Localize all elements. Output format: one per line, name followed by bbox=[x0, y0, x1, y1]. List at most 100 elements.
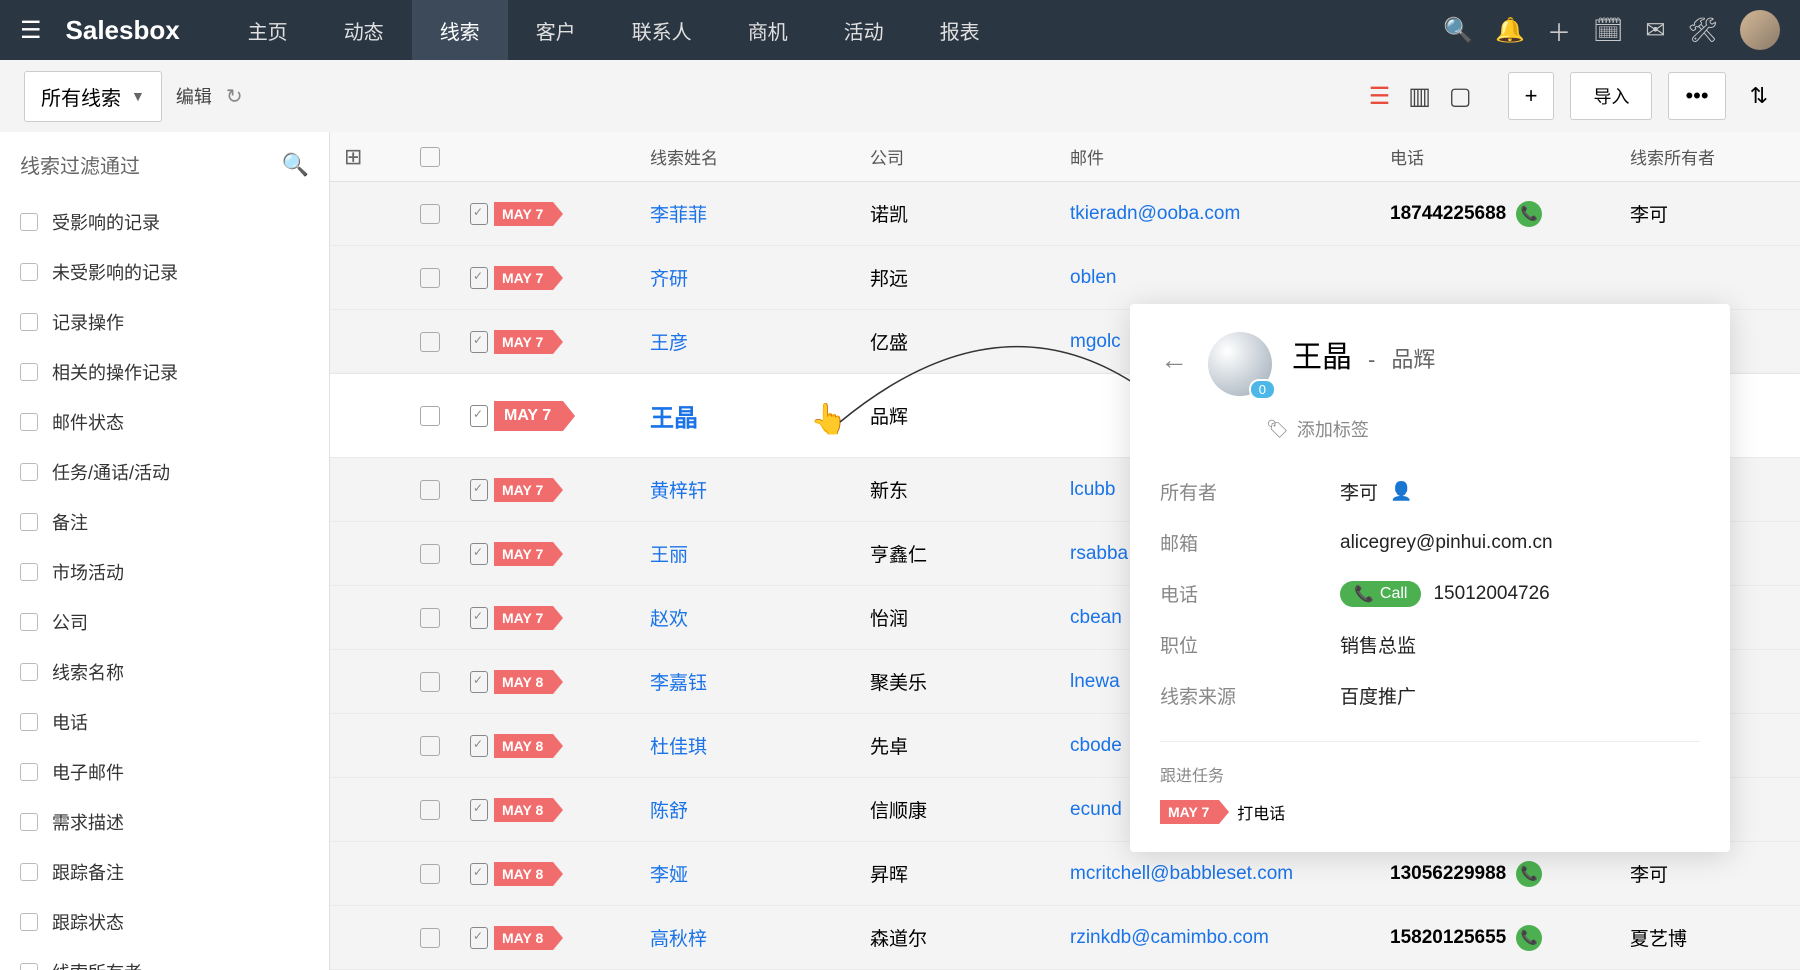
lead-avatar[interactable]: 0 bbox=[1208, 332, 1272, 396]
tools-icon[interactable]: 🛠 bbox=[1688, 16, 1718, 45]
filter-item-11[interactable]: 电子邮件 bbox=[20, 747, 309, 797]
email-link[interactable]: mgolc bbox=[1070, 331, 1121, 352]
filter-item-1[interactable]: 未受影响的记录 bbox=[20, 247, 309, 297]
col-header-email[interactable]: 邮件 bbox=[1070, 144, 1390, 169]
col-header-company[interactable]: 公司 bbox=[870, 144, 1070, 169]
edit-link[interactable]: 编辑 bbox=[176, 83, 212, 109]
email-link[interactable]: oblen bbox=[1070, 267, 1117, 288]
filter-checkbox[interactable] bbox=[20, 663, 38, 681]
lead-name-link[interactable]: 李娅 bbox=[650, 865, 688, 886]
lead-name-link[interactable]: 赵欢 bbox=[650, 609, 688, 630]
filter-item-3[interactable]: 相关的操作记录 bbox=[20, 347, 309, 397]
canvas-view-icon[interactable]: ▢ bbox=[1449, 82, 1472, 111]
filter-checkbox[interactable] bbox=[20, 763, 38, 781]
menu-icon[interactable]: ☰ bbox=[20, 16, 42, 45]
row-checkbox[interactable] bbox=[420, 928, 440, 948]
add-button[interactable]: + bbox=[1508, 72, 1555, 120]
filter-checkbox[interactable] bbox=[20, 263, 38, 281]
lead-name-link[interactable]: 黄梓轩 bbox=[650, 481, 707, 502]
filter-item-8[interactable]: 公司 bbox=[20, 597, 309, 647]
col-header-phone[interactable]: 电话 bbox=[1390, 144, 1630, 169]
filter-item-13[interactable]: 跟踪备注 bbox=[20, 847, 309, 897]
table-row[interactable]: MAY 7李菲菲诺凯tkieradn@ooba.com18744225688📞李… bbox=[330, 182, 1800, 246]
filter-checkbox[interactable] bbox=[20, 413, 38, 431]
row-checkbox[interactable] bbox=[420, 332, 440, 352]
row-checkbox[interactable] bbox=[420, 544, 440, 564]
filter-item-4[interactable]: 邮件状态 bbox=[20, 397, 309, 447]
column-settings-icon[interactable]: ⊞ bbox=[330, 144, 390, 170]
filter-checkbox[interactable] bbox=[20, 913, 38, 931]
person-icon[interactable]: 👤 bbox=[1390, 481, 1412, 502]
filter-checkbox[interactable] bbox=[20, 213, 38, 231]
row-checkbox[interactable] bbox=[420, 480, 440, 500]
add-tag-button[interactable]: 🏷 添加标签 bbox=[1266, 416, 1700, 442]
filter-checkbox[interactable] bbox=[20, 513, 38, 531]
email-value[interactable]: alicegrey@pinhui.com.cn bbox=[1340, 532, 1553, 554]
email-link[interactable]: cbode bbox=[1070, 735, 1122, 756]
col-header-name[interactable]: 线索姓名 bbox=[650, 144, 870, 169]
filter-item-14[interactable]: 跟踪状态 bbox=[20, 897, 309, 947]
filter-item-7[interactable]: 市场活动 bbox=[20, 547, 309, 597]
row-checkbox[interactable] bbox=[420, 268, 440, 288]
calendar-icon[interactable]: 🗓 bbox=[1593, 16, 1623, 45]
back-arrow-icon[interactable]: ← bbox=[1160, 344, 1188, 376]
import-button[interactable]: 导入 bbox=[1570, 72, 1652, 120]
list-view-icon[interactable]: ☰ bbox=[1369, 82, 1391, 111]
lead-name-link[interactable]: 王丽 bbox=[650, 545, 688, 566]
call-icon[interactable]: 📞 bbox=[1516, 925, 1542, 951]
mail-icon[interactable]: ✉ bbox=[1645, 16, 1665, 45]
user-avatar[interactable] bbox=[1740, 10, 1780, 50]
nav-item-5[interactable]: 商机 bbox=[720, 0, 816, 60]
nav-item-0[interactable]: 主页 bbox=[220, 0, 316, 60]
row-checkbox[interactable] bbox=[420, 406, 440, 426]
plus-icon[interactable]: ＋ bbox=[1547, 13, 1571, 48]
kanban-view-icon[interactable]: ▥ bbox=[1408, 82, 1431, 111]
email-link[interactable]: ecund bbox=[1070, 799, 1122, 820]
row-checkbox[interactable] bbox=[420, 204, 440, 224]
filter-checkbox[interactable] bbox=[20, 313, 38, 331]
more-button[interactable]: ••• bbox=[1668, 72, 1725, 120]
filter-item-2[interactable]: 记录操作 bbox=[20, 297, 309, 347]
nav-item-3[interactable]: 客户 bbox=[508, 0, 604, 60]
call-icon[interactable]: 📞 bbox=[1516, 201, 1542, 227]
select-all-checkbox[interactable] bbox=[420, 147, 440, 167]
nav-item-6[interactable]: 活动 bbox=[816, 0, 912, 60]
filter-checkbox[interactable] bbox=[20, 813, 38, 831]
row-checkbox[interactable] bbox=[420, 736, 440, 756]
email-link[interactable]: rsabba bbox=[1070, 543, 1128, 564]
filter-item-10[interactable]: 电话 bbox=[20, 697, 309, 747]
col-header-owner[interactable]: 线索所有者 bbox=[1630, 144, 1790, 169]
lead-name-link[interactable]: 齐研 bbox=[650, 269, 688, 290]
nav-item-1[interactable]: 动态 bbox=[316, 0, 412, 60]
filter-checkbox[interactable] bbox=[20, 713, 38, 731]
lead-name-link[interactable]: 陈舒 bbox=[650, 801, 688, 822]
email-link[interactable]: lcubb bbox=[1070, 479, 1115, 500]
sort-icon[interactable]: ⇅ bbox=[1742, 83, 1776, 109]
lead-name-link[interactable]: 李菲菲 bbox=[650, 205, 707, 226]
call-button[interactable]: 📞 Call bbox=[1340, 581, 1421, 607]
row-checkbox[interactable] bbox=[420, 672, 440, 692]
email-link[interactable]: tkieradn@ooba.com bbox=[1070, 203, 1240, 224]
row-checkbox[interactable] bbox=[420, 864, 440, 884]
lead-name-link[interactable]: 王彦 bbox=[650, 333, 688, 354]
search-icon[interactable]: 🔍 bbox=[1443, 16, 1473, 45]
filter-item-12[interactable]: 需求描述 bbox=[20, 797, 309, 847]
lead-name-link[interactable]: 李嘉钰 bbox=[650, 673, 707, 694]
call-icon[interactable]: 📞 bbox=[1516, 861, 1542, 887]
email-link[interactable]: cbean bbox=[1070, 607, 1122, 628]
bell-icon[interactable]: 🔔 bbox=[1495, 16, 1525, 45]
filter-item-6[interactable]: 备注 bbox=[20, 497, 309, 547]
row-checkbox[interactable] bbox=[420, 800, 440, 820]
email-link[interactable]: mcritchell@babbleset.com bbox=[1070, 863, 1293, 884]
nav-item-4[interactable]: 联系人 bbox=[604, 0, 720, 60]
nav-item-7[interactable]: 报表 bbox=[912, 0, 1008, 60]
lead-name-link[interactable]: 高秋梓 bbox=[650, 929, 707, 950]
filter-item-5[interactable]: 任务/通话/活动 bbox=[20, 447, 309, 497]
table-row[interactable]: MAY 7齐研邦远oblen bbox=[330, 246, 1800, 310]
filter-item-9[interactable]: 线索名称 bbox=[20, 647, 309, 697]
table-row[interactable]: MAY 8高秋梓森道尔rzinkdb@camimbo.com1582012565… bbox=[330, 906, 1800, 970]
filter-item-15[interactable]: 线索所有者 bbox=[20, 947, 309, 970]
refresh-icon[interactable]: ↻ bbox=[226, 84, 243, 109]
lead-name-link[interactable]: 杜佳琪 bbox=[650, 737, 707, 758]
filter-checkbox[interactable] bbox=[20, 363, 38, 381]
